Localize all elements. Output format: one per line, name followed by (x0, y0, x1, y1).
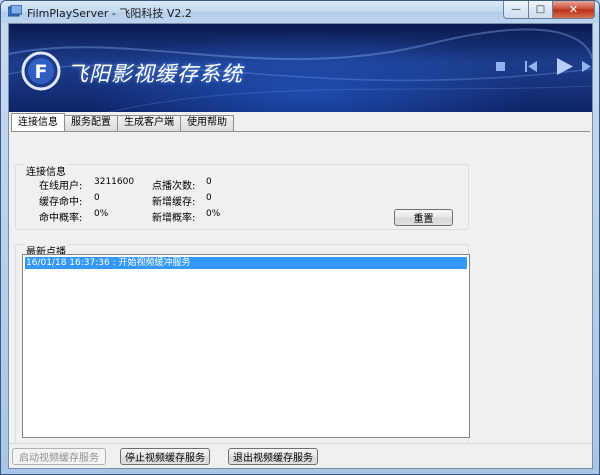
banner: F 飞阳影视缓存系统 (9, 24, 592, 112)
hit-rate-value: 0% (94, 209, 109, 219)
minimize-icon: — (511, 4, 521, 15)
next-icon (582, 60, 591, 72)
new-rate-label: 新增概率: (152, 213, 196, 224)
stop-cache-service-button[interactable]: 停止视频缓存服务 (120, 448, 210, 465)
title-bar[interactable]: FilmPlayServer - 飞阳科技 V2.2 — □ ✕ (1, 1, 599, 23)
play-count-label: 点播次数: (152, 181, 196, 192)
connection-info-group: 连接信息 在线用户: 3211600 点播次数: 0 缓存命中: 0 新增缓存:… (15, 163, 469, 230)
stop-icon (495, 61, 505, 71)
online-users-label: 在线用户: (39, 181, 83, 192)
cache-hit-value: 0 (94, 193, 100, 203)
app-window: FilmPlayServer - 飞阳科技 V2.2 — □ ✕ F 飞阳影视缓… (0, 0, 600, 475)
minimize-button[interactable]: — (503, 1, 529, 19)
tab-connection-info[interactable]: 连接信息 (11, 113, 65, 131)
play-button[interactable] (556, 54, 574, 78)
app-icon (8, 5, 22, 17)
close-button[interactable]: ✕ (553, 1, 595, 19)
reset-button[interactable]: 重置 (394, 209, 453, 226)
tab-panel-connection-info: 连接信息 在线用户: 3211600 点播次数: 0 缓存命中: 0 新增缓存:… (11, 131, 590, 444)
previous-button[interactable] (524, 54, 538, 78)
tab-bar: 连接信息 服务配置 生成客户端 使用帮助 (11, 113, 234, 131)
tab-generate-client[interactable]: 生成客户端 (117, 115, 181, 131)
footer-divider (9, 443, 592, 444)
banner-title: 飞阳影视缓存系统 (67, 62, 243, 86)
connection-info-group-label: 连接信息 (25, 163, 67, 178)
next-button[interactable] (582, 54, 592, 78)
tab-service-config[interactable]: 服务配置 (64, 115, 118, 131)
latest-plays-list[interactable]: 16/01/18 16:37:36 : 开始视频缓冲服务 (22, 254, 470, 438)
start-cache-service-button[interactable]: 启动视频缓存服务 (12, 448, 106, 465)
play-icon (557, 57, 573, 75)
new-cache-label: 新增缓存: (152, 197, 196, 208)
play-count-value: 0 (206, 177, 212, 187)
cache-hit-label: 缓存命中: (39, 197, 83, 208)
client-area: F 飞阳影视缓存系统 连接信息 服务配置 生成客户端 使用帮助 连接信息 在线用… (8, 23, 593, 469)
new-cache-value: 0 (206, 193, 212, 203)
new-rate-value: 0% (206, 209, 221, 219)
previous-icon (525, 60, 537, 72)
window-title: FilmPlayServer - 飞阳科技 V2.2 (27, 7, 192, 20)
tab-help[interactable]: 使用帮助 (180, 115, 234, 131)
list-item[interactable]: 16/01/18 16:37:36 : 开始视频缓冲服务 (25, 257, 467, 269)
maximize-button[interactable]: □ (529, 1, 553, 19)
svg-text:F: F (35, 61, 48, 83)
latest-plays-group: 最新点播 16/01/18 16:37:36 : 开始视频缓冲服务 (15, 243, 470, 444)
logo-badge-icon: F (21, 51, 61, 91)
exit-cache-service-button[interactable]: 退出视频缓存服务 (228, 448, 318, 465)
stop-button[interactable] (493, 54, 507, 78)
online-users-value: 3211600 (94, 177, 135, 187)
hit-rate-label: 命中概率: (39, 213, 83, 224)
maximize-icon: □ (535, 4, 546, 15)
close-icon: ✕ (568, 3, 579, 16)
